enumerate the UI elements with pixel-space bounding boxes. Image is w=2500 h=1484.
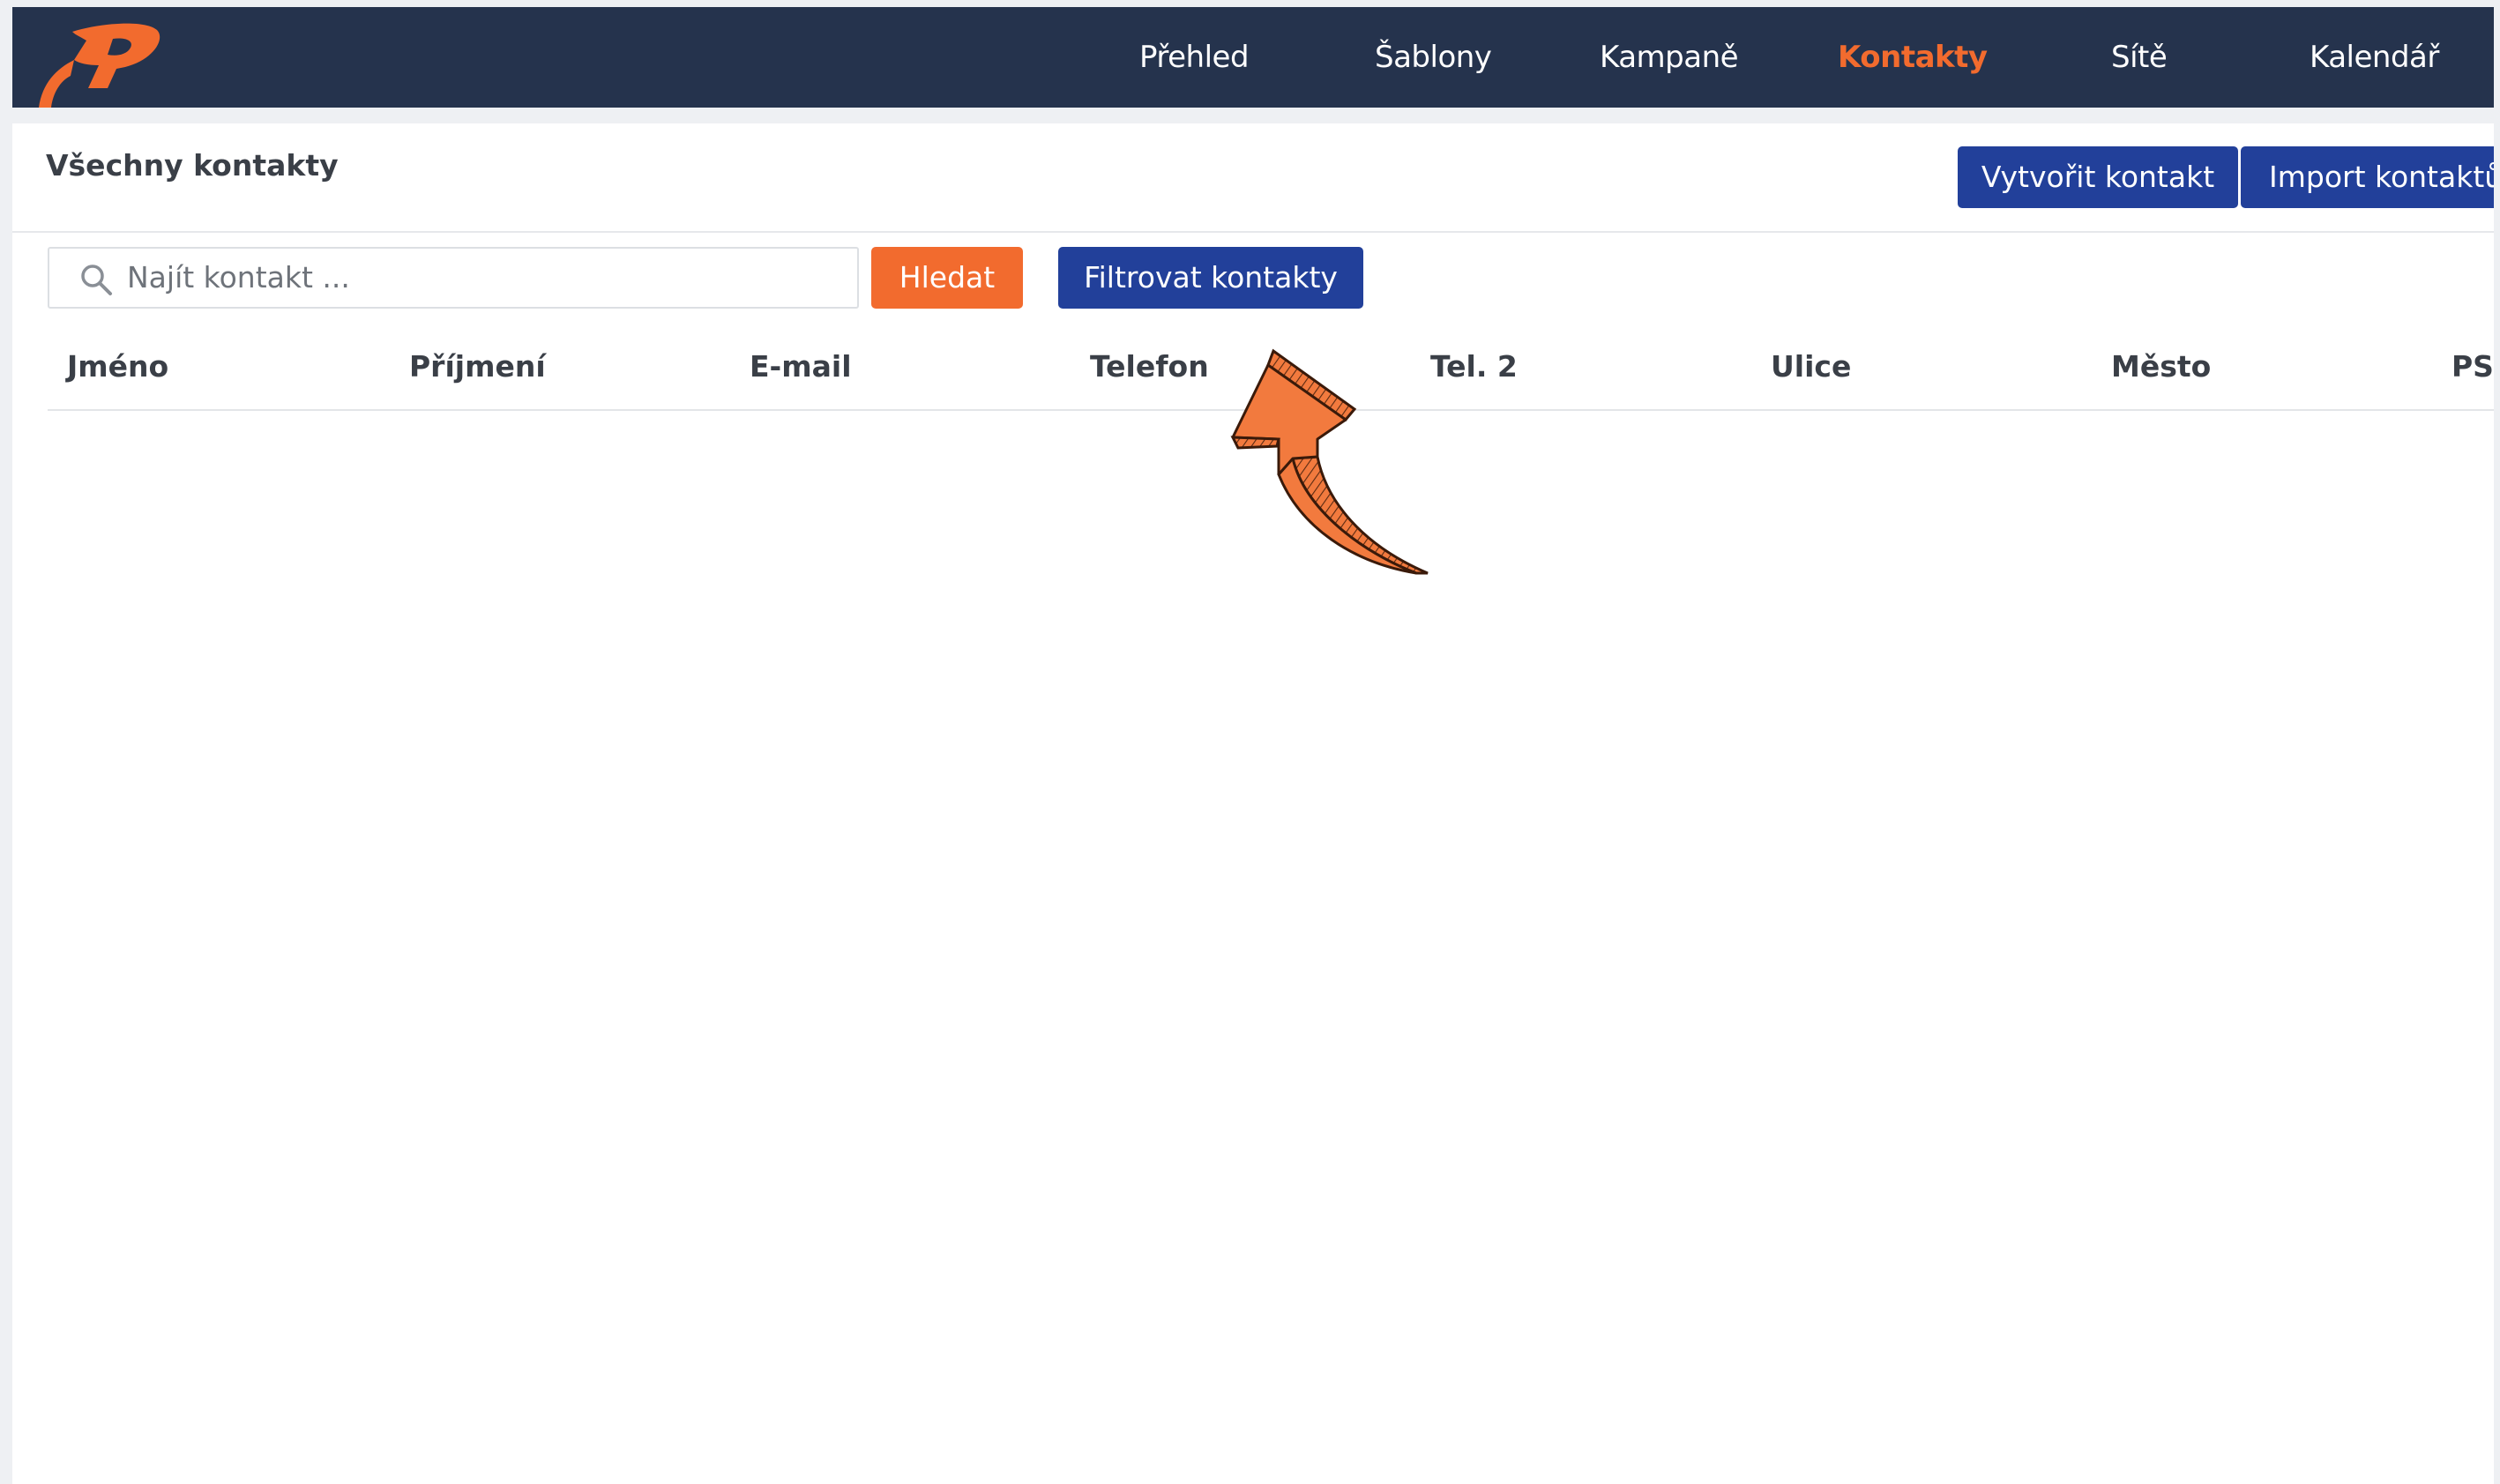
nav-item-kalendar[interactable]: Kalendář (2310, 7, 2439, 108)
search-input[interactable]: Najít kontakt ... (48, 247, 859, 309)
page-title: Všechny kontakty (46, 148, 339, 183)
nav-item-kampane[interactable]: Kampaně (1600, 7, 1739, 108)
search-placeholder: Najít kontakt ... (127, 260, 350, 295)
column-header-first-name[interactable]: Jméno (67, 349, 168, 384)
nav-item-kontakty[interactable]: Kontakty (1838, 7, 1988, 108)
column-header-street[interactable]: Ulice (1771, 349, 1851, 384)
search-button[interactable]: Hledat (871, 247, 1023, 309)
nav-item-site[interactable]: Sítě (2111, 7, 2168, 108)
column-header-email[interactable]: E-mail (750, 349, 852, 384)
nav-shadow-band (12, 108, 2494, 123)
curved-arrow-pointer-icon (1230, 348, 1429, 575)
rocket-logo-icon[interactable] (21, 14, 162, 108)
header-divider (12, 231, 2494, 233)
search-icon (81, 265, 112, 295)
column-header-last-name[interactable]: Příjmení (409, 349, 546, 384)
create-contact-button[interactable]: Vytvořit kontakt (1958, 146, 2238, 208)
column-header-zip[interactable]: PSČ (2451, 349, 2494, 384)
nav-item-prehled[interactable]: Přehled (1139, 7, 1250, 108)
import-contacts-button[interactable]: Import kontaktů (2241, 146, 2494, 208)
nav-item-sablony[interactable]: Šablony (1375, 7, 1492, 108)
column-header-city[interactable]: Město (2111, 349, 2211, 384)
screenshot: Přehled Šablony Kampaně Kontakty Sítě Ka… (0, 0, 2500, 1484)
column-header-phone[interactable]: Telefon (1090, 349, 1209, 384)
filter-contacts-button[interactable]: Filtrovat kontakty (1058, 247, 1363, 309)
app-window: Přehled Šablony Kampaně Kontakty Sítě Ka… (12, 7, 2494, 1484)
top-navigation: Přehled Šablony Kampaně Kontakty Sítě Ka… (12, 7, 2494, 108)
